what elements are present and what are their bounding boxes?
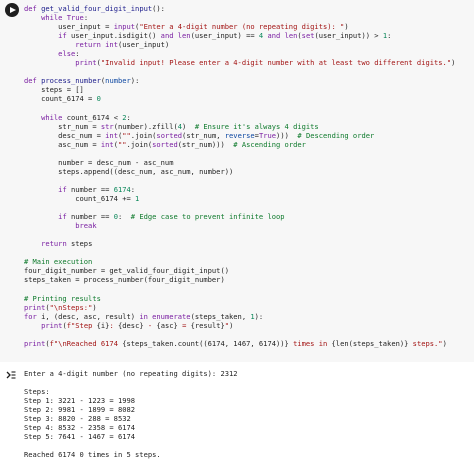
run-cell-button[interactable] <box>5 3 19 17</box>
code-line: else: <box>58 49 80 59</box>
code-line: steps.append((desc_num, asc_num, number)… <box>24 166 234 176</box>
code-line: def get_valid_four_digit_input(): <box>24 4 165 13</box>
output-line: Enter a 4-digit number (no repeating dig… <box>24 369 238 378</box>
code-line: ​ <box>24 330 474 339</box>
code-line: ​ <box>24 67 474 76</box>
output-line: Step 4: 8532 - 2358 = 6174 <box>24 423 136 433</box>
code-line: if user_input.isdigit() and len(user_inp… <box>58 31 392 41</box>
code-line: ​ <box>24 149 474 158</box>
code-line: while True: <box>41 13 89 23</box>
output-line: Step 3: 8820 - 288 = 8532 <box>24 414 131 424</box>
code-line: steps_taken = process_number(four_digit_… <box>24 275 225 285</box>
code-line: steps = [] <box>24 85 84 95</box>
code-line: # Main execution <box>24 257 93 267</box>
output-line: ​ <box>24 378 474 387</box>
code-line: break <box>75 221 97 231</box>
code-line: print(f"\nReached 6174 {steps_taken.coun… <box>24 338 447 348</box>
output-line: Steps: <box>24 387 50 397</box>
code-line: ​ <box>24 248 474 257</box>
code-line: desc_num = int("".join(sorted(str_num, r… <box>24 130 375 140</box>
code-line: if number == 6174: <box>58 184 136 194</box>
code-line: # Printing results <box>24 293 101 303</box>
code-line: ​ <box>24 104 474 113</box>
code-line: number = desc_num - asc_num <box>24 157 174 167</box>
output-line: Step 2: 9981 - 1899 = 8082 <box>24 405 136 415</box>
code-line: print("Invalid input! Please enter a 4-d… <box>75 58 456 68</box>
code-line: return int(user_input) <box>75 40 170 50</box>
code-line: count_6174 += 1 <box>24 193 140 203</box>
code-line: print("\nSteps:") <box>24 302 97 312</box>
code-line: def process_number(number): <box>24 76 140 86</box>
code-line: four_digit_number = get_valid_four_digit… <box>24 266 229 276</box>
code-cell[interactable]: def get_valid_four_digit_input(): while … <box>0 0 474 362</box>
code-editor[interactable]: def get_valid_four_digit_input(): while … <box>24 4 474 362</box>
cell-output: Enter a 4-digit number (no repeating dig… <box>24 369 474 459</box>
output-line: Step 5: 7641 - 1467 = 6174 <box>24 432 136 442</box>
code-line: print(f"Step {i}: {desc} - {asc} = {resu… <box>41 320 234 330</box>
output-menu-icon[interactable] <box>5 369 17 381</box>
code-line: while count_6174 < 2: <box>41 112 131 122</box>
code-line: for i, (desc, asc, result) in enumerate(… <box>24 311 264 321</box>
code-line: ​ <box>24 284 474 293</box>
code-line: if number == 0: # Edge case to prevent i… <box>58 212 285 222</box>
output-line: Reached 6174 0 times in 5 steps. <box>24 450 161 459</box>
output-line: ​ <box>24 441 474 450</box>
code-line: ​ <box>24 176 474 185</box>
code-line: str_num = str(number).zfill(4) # Ensure … <box>24 121 319 131</box>
code-line: ​ <box>24 230 474 239</box>
code-line: asc_num = int("".join(sorted(str_num))) … <box>24 139 306 149</box>
output-line: Step 1: 3221 - 1223 = 1998 <box>24 396 136 406</box>
code-text[interactable]: def get_valid_four_digit_input(): while … <box>24 4 474 348</box>
code-line: count_6174 = 0 <box>24 94 101 104</box>
code-line: ​ <box>24 203 474 212</box>
code-line: return steps <box>41 239 93 249</box>
output-text: Enter a 4-digit number (no repeating dig… <box>24 369 474 459</box>
code-line: user_input = input("Enter a 4-digit numb… <box>24 22 349 32</box>
